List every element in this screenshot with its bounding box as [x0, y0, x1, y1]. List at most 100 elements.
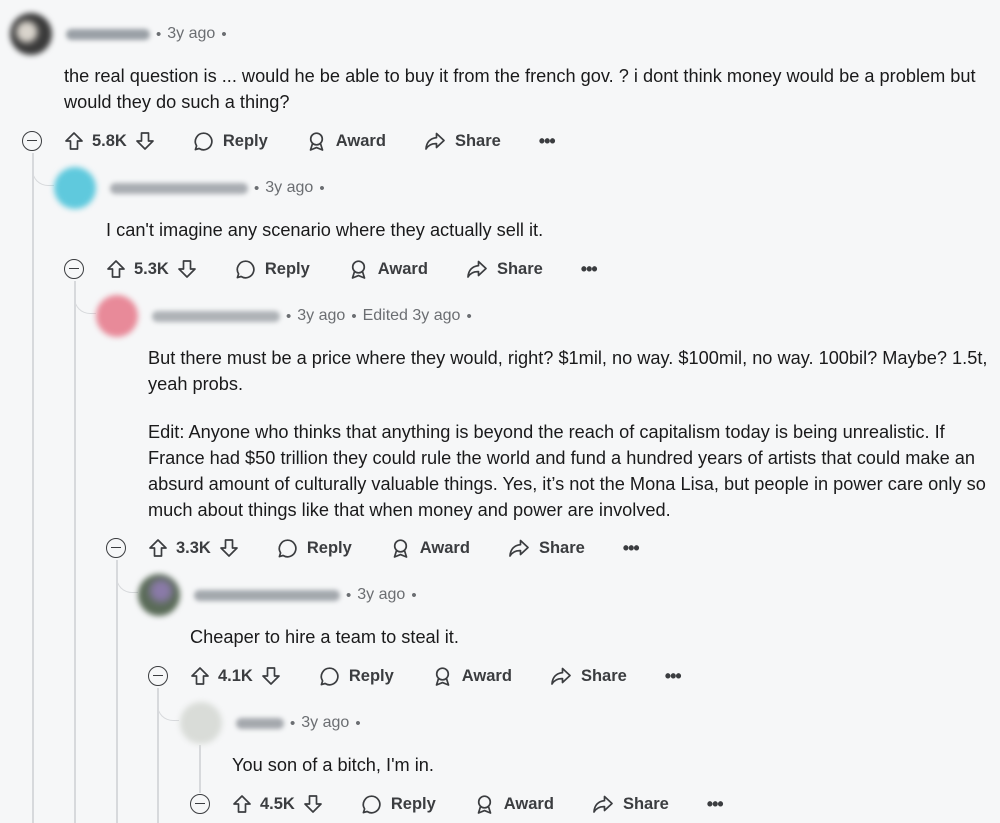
award-label: Award [461, 666, 512, 685]
collapse-icon[interactable] [148, 666, 168, 686]
reply-label: Reply [222, 131, 268, 150]
arrow-up-icon[interactable] [148, 538, 168, 558]
thread-connector [74, 286, 96, 314]
share-label: Share [622, 794, 669, 813]
avatar[interactable] [96, 295, 138, 337]
ellipsis-icon[interactable]: ••• [581, 259, 598, 280]
award-ribbon-icon [477, 794, 492, 814]
share-arrow-icon [509, 539, 529, 557]
award-button[interactable]: Award [306, 131, 386, 152]
award-label: Award [377, 259, 428, 278]
share-label: Share [580, 666, 627, 685]
comment-text: Edit: Anyone who thinks that anything is… [148, 422, 986, 520]
vote-count: 4.5K [260, 794, 295, 813]
reply-button[interactable]: Reply [361, 794, 436, 815]
ellipsis-icon[interactable]: ••• [707, 794, 724, 815]
vote-count: 4.1K [218, 666, 253, 685]
comment-text: Cheaper to hire a team to steal it. [190, 627, 459, 647]
avatar[interactable] [138, 574, 180, 616]
reply-button[interactable]: Reply [235, 259, 310, 280]
meta-dot: • [221, 25, 227, 43]
comment-meta: • 3y ago • [10, 13, 233, 55]
timestamp[interactable]: 3y ago [357, 586, 405, 604]
award-button[interactable]: Award [348, 259, 428, 280]
username[interactable] [152, 310, 280, 322]
avatar[interactable] [180, 702, 222, 744]
meta-dot: • [156, 25, 162, 43]
timestamp[interactable]: 3y ago [297, 307, 345, 325]
vote-count: 5.8K [92, 131, 127, 150]
comment-actions: 3.3K Reply Award Share ••• [106, 531, 640, 565]
vote-controls: 4.5K [232, 794, 323, 814]
award-button[interactable]: Award [390, 538, 470, 559]
meta-dot: • [351, 307, 357, 325]
timestamp[interactable]: 3y ago [265, 179, 313, 197]
share-label: Share [454, 131, 501, 150]
comment-meta: • 3y ago • [180, 702, 367, 744]
share-button[interactable]: Share [466, 259, 543, 279]
reply-label: Reply [390, 794, 436, 813]
meta-dot: • [290, 714, 296, 732]
reply-label: Reply [348, 666, 394, 685]
ellipsis-icon[interactable]: ••• [665, 666, 682, 687]
share-button[interactable]: Share [508, 538, 585, 558]
comment-meta: • 3y ago • Edited 3y ago • [96, 295, 478, 337]
award-button[interactable]: Award [474, 794, 554, 815]
avatar[interactable] [10, 13, 52, 55]
meta-dot: • [411, 586, 417, 604]
comment-text: But there must be a price where they wou… [148, 348, 988, 394]
arrow-down-icon[interactable] [261, 666, 281, 686]
award-label: Award [335, 131, 386, 150]
collapse-icon[interactable] [64, 259, 84, 279]
award-button[interactable]: Award [432, 666, 512, 687]
ellipsis-icon[interactable]: ••• [623, 538, 640, 559]
share-button[interactable]: Share [592, 794, 669, 814]
comment-actions: 4.1K Reply Award Share ••• [148, 659, 682, 693]
collapse-icon[interactable] [106, 538, 126, 558]
share-button[interactable]: Share [550, 666, 627, 686]
speech-bubble-icon [320, 666, 339, 686]
arrow-up-icon[interactable] [190, 666, 210, 686]
reply-button[interactable]: Reply [319, 666, 394, 687]
collapse-icon[interactable] [22, 131, 42, 151]
comment-text: You son of a bitch, I'm in. [232, 755, 434, 775]
username[interactable] [66, 28, 150, 40]
arrow-down-icon[interactable] [303, 794, 323, 814]
meta-dot: • [286, 307, 292, 325]
comment-body: I can't imagine any scenario where they … [106, 217, 1000, 243]
timestamp[interactable]: 3y ago [167, 25, 215, 43]
meta-dot: • [355, 714, 361, 732]
collapse-icon[interactable] [190, 794, 210, 814]
username[interactable] [194, 589, 340, 601]
share-arrow-icon [551, 667, 571, 685]
username[interactable] [236, 717, 284, 729]
ellipsis-icon[interactable]: ••• [539, 131, 556, 152]
timestamp[interactable]: 3y ago [301, 714, 349, 732]
meta-dot: • [319, 179, 325, 197]
comment-actions: 4.5K Reply Award Share ••• [190, 787, 724, 821]
vote-controls: 3.3K [148, 538, 239, 558]
award-label: Award [503, 794, 554, 813]
arrow-down-icon[interactable] [177, 259, 197, 279]
arrow-up-icon[interactable] [64, 131, 84, 151]
username[interactable] [110, 182, 248, 194]
share-arrow-icon [425, 132, 445, 150]
arrow-up-icon[interactable] [106, 259, 126, 279]
award-ribbon-icon [435, 666, 450, 686]
comment-body: the real question is ... would he be abl… [64, 63, 994, 115]
comment-actions: 5.3K Reply Award Share ••• [64, 252, 598, 286]
award-ribbon-icon [309, 131, 324, 151]
arrow-up-icon[interactable] [232, 794, 252, 814]
comment-text: I can't imagine any scenario where they … [106, 220, 544, 240]
reply-button[interactable]: Reply [193, 131, 268, 152]
award-ribbon-icon [351, 259, 366, 279]
speech-bubble-icon [278, 538, 297, 558]
arrow-down-icon[interactable] [135, 131, 155, 151]
reply-button[interactable]: Reply [277, 538, 352, 559]
reply-label: Reply [264, 259, 310, 278]
thread-line-level-2 [74, 281, 76, 823]
thread-connector [32, 158, 54, 186]
share-button[interactable]: Share [424, 131, 501, 151]
avatar[interactable] [54, 167, 96, 209]
arrow-down-icon[interactable] [219, 538, 239, 558]
